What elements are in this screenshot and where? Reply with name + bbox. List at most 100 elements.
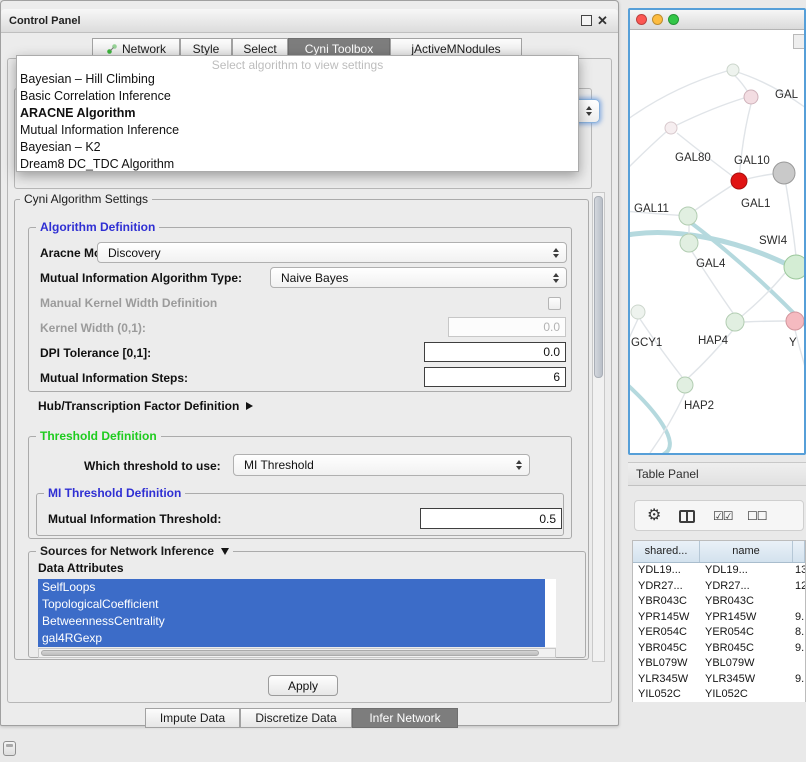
network-node[interactable] — [773, 162, 795, 184]
network-node-label: GAL1 — [741, 198, 770, 210]
hub-section-toggle[interactable]: Hub/Transcription Factor Definition — [38, 399, 253, 414]
network-icon — [106, 43, 118, 55]
algorithm-option-selected[interactable]: ARACNE Algorithm — [17, 105, 578, 122]
tab-label: Discretize Data — [255, 711, 336, 725]
algorithm-option[interactable]: Mutual Information Inference — [17, 122, 578, 139]
column-header-shared-name[interactable]: shared... — [633, 541, 700, 562]
algorithm-option[interactable]: Bayesian – Hill Climbing — [17, 71, 578, 88]
apply-button[interactable]: Apply — [268, 675, 338, 696]
network-node[interactable] — [786, 312, 804, 330]
attribute-item[interactable]: TopologicalCoefficient — [38, 596, 545, 613]
sources-group-toggle[interactable]: Sources for Network Inference — [36, 544, 233, 558]
mi-type-label: Mutual Information Algorithm Type: — [40, 271, 242, 286]
table-row[interactable]: YDL19...YDL19...13 — [633, 563, 805, 579]
combo-arrows-icon — [553, 273, 559, 283]
aracne-mode-value: Discovery — [98, 246, 553, 260]
attribute-list-hscrollbar[interactable] — [38, 648, 556, 658]
table-panel-title: Table Panel — [636, 467, 699, 481]
select-all-columns-icon[interactable]: ☑☑ — [713, 505, 733, 527]
network-node-label: HAP2 — [684, 400, 714, 412]
collapsed-arrow-icon — [246, 402, 253, 410]
network-labels: GAL GAL80 GAL10 GAL11 GAL1 SWI4 GAL4 GCY… — [631, 89, 799, 412]
aracne-mode-combo[interactable]: Discovery — [97, 242, 567, 263]
network-node[interactable] — [680, 234, 698, 252]
unselect-all-columns-icon[interactable]: ☐☐ — [747, 505, 767, 527]
table-row[interactable]: YDR27...YDR27...12 — [633, 579, 805, 595]
network-node-label: GAL10 — [734, 155, 770, 167]
network-node-label: Y — [789, 337, 797, 349]
tab-label: jActiveMNodules — [411, 42, 500, 56]
network-node[interactable] — [744, 90, 758, 104]
network-node[interactable] — [631, 305, 645, 319]
network-node[interactable] — [784, 255, 804, 279]
gear-icon[interactable]: ⚙ — [647, 505, 661, 527]
network-node-selected[interactable] — [731, 173, 747, 189]
manual-kernel-checkbox[interactable] — [548, 297, 561, 310]
tab-label: Impute Data — [160, 711, 225, 725]
network-graph: GAL GAL80 GAL10 GAL11 GAL1 SWI4 GAL4 GCY… — [630, 30, 804, 453]
network-node[interactable] — [665, 122, 677, 134]
node-table: shared... name YDL19...YDL19...13 YDR27.… — [632, 540, 806, 702]
mi-type-combo[interactable]: Naive Bayes — [270, 267, 567, 288]
zoom-traffic-light[interactable] — [668, 14, 679, 25]
settings-scrollbar-thumb[interactable] — [594, 196, 603, 378]
column-header-name[interactable]: name — [700, 541, 793, 562]
network-node[interactable] — [679, 207, 697, 225]
table-body: YDL19...YDL19...13 YDR27...YDR27...12 YB… — [633, 563, 805, 702]
network-toolbar-button[interactable] — [793, 34, 804, 49]
manual-kernel-label: Manual Kernel Width Definition — [40, 296, 217, 311]
tab-infer-network[interactable]: Infer Network — [352, 708, 458, 728]
minimized-panel-icon[interactable] — [3, 741, 16, 756]
dpi-tolerance-label: DPI Tolerance [0,1]: — [40, 346, 151, 361]
table-row[interactable]: YER054CYER054C8. — [633, 625, 805, 641]
attribute-list-hscrollbar-thumb[interactable] — [41, 650, 539, 656]
dpi-tolerance-field[interactable] — [424, 342, 566, 362]
column-header-partial[interactable] — [793, 541, 805, 562]
cyni-settings-group-title: Cyni Algorithm Settings — [20, 192, 152, 206]
combo-arrows-icon — [516, 460, 522, 470]
hub-section-label: Hub/Transcription Factor Definition — [38, 399, 239, 413]
network-canvas[interactable]: GAL GAL80 GAL10 GAL11 GAL1 SWI4 GAL4 GCY… — [630, 30, 804, 453]
network-node[interactable] — [726, 313, 744, 331]
table-row[interactable]: YPR145WYPR145W9. — [633, 610, 805, 626]
network-node-label: SWI4 — [759, 235, 788, 247]
algorithm-option[interactable]: Dream8 DC_TDC Algorithm — [17, 156, 578, 173]
minimize-traffic-light[interactable] — [652, 14, 663, 25]
table-panel-header: Table Panel — [628, 462, 806, 486]
tab-label: Style — [193, 42, 220, 56]
network-node[interactable] — [727, 64, 739, 76]
tab-label: Cyni Toolbox — [305, 42, 373, 56]
mi-threshold-label: Mutual Information Threshold: — [48, 512, 221, 527]
table-header-row: shared... name — [633, 541, 805, 563]
network-node-label: GCY1 — [631, 337, 662, 349]
which-threshold-value: MI Threshold — [234, 458, 516, 472]
tab-impute-data[interactable]: Impute Data — [145, 708, 240, 728]
columns-icon[interactable] — [679, 510, 695, 523]
attribute-item[interactable]: gal4RGexp — [38, 630, 545, 647]
table-row[interactable]: YLR345WYLR345W9. — [633, 672, 805, 688]
network-node[interactable] — [677, 377, 693, 393]
network-view-titlebar — [630, 10, 804, 30]
which-threshold-combo[interactable]: MI Threshold — [233, 454, 530, 476]
close-icon[interactable]: ✕ — [597, 14, 608, 28]
table-row[interactable]: YIL052CYIL052C — [633, 687, 805, 702]
kernel-width-label: Kernel Width (0,1): — [40, 321, 146, 336]
algorithm-option[interactable]: Bayesian – K2 — [17, 139, 578, 156]
algorithm-option[interactable]: Basic Correlation Inference — [17, 88, 578, 105]
attribute-item[interactable]: SelfLoops — [38, 579, 545, 596]
algorithm-definition-title: Algorithm Definition — [36, 220, 159, 234]
window-title: Control Panel — [1, 9, 618, 33]
algorithm-dropdown-popup: Select algorithm to view settings Bayesi… — [16, 55, 579, 172]
attribute-item[interactable]: BetweennessCentrality — [38, 613, 545, 630]
float-window-icon[interactable] — [581, 15, 592, 26]
network-node-label: HAP4 — [698, 335, 729, 347]
mi-steps-field[interactable] — [424, 367, 566, 387]
network-view-window: GAL GAL80 GAL10 GAL11 GAL1 SWI4 GAL4 GCY… — [628, 8, 806, 455]
table-row[interactable]: YBR045CYBR045C9. — [633, 641, 805, 657]
mi-threshold-field[interactable] — [420, 508, 562, 529]
tab-discretize-data[interactable]: Discretize Data — [240, 708, 352, 728]
close-traffic-light[interactable] — [636, 14, 647, 25]
table-row[interactable]: YBL079WYBL079W — [633, 656, 805, 672]
combo-arrows-icon — [553, 248, 559, 258]
table-row[interactable]: YBR043CYBR043C — [633, 594, 805, 610]
